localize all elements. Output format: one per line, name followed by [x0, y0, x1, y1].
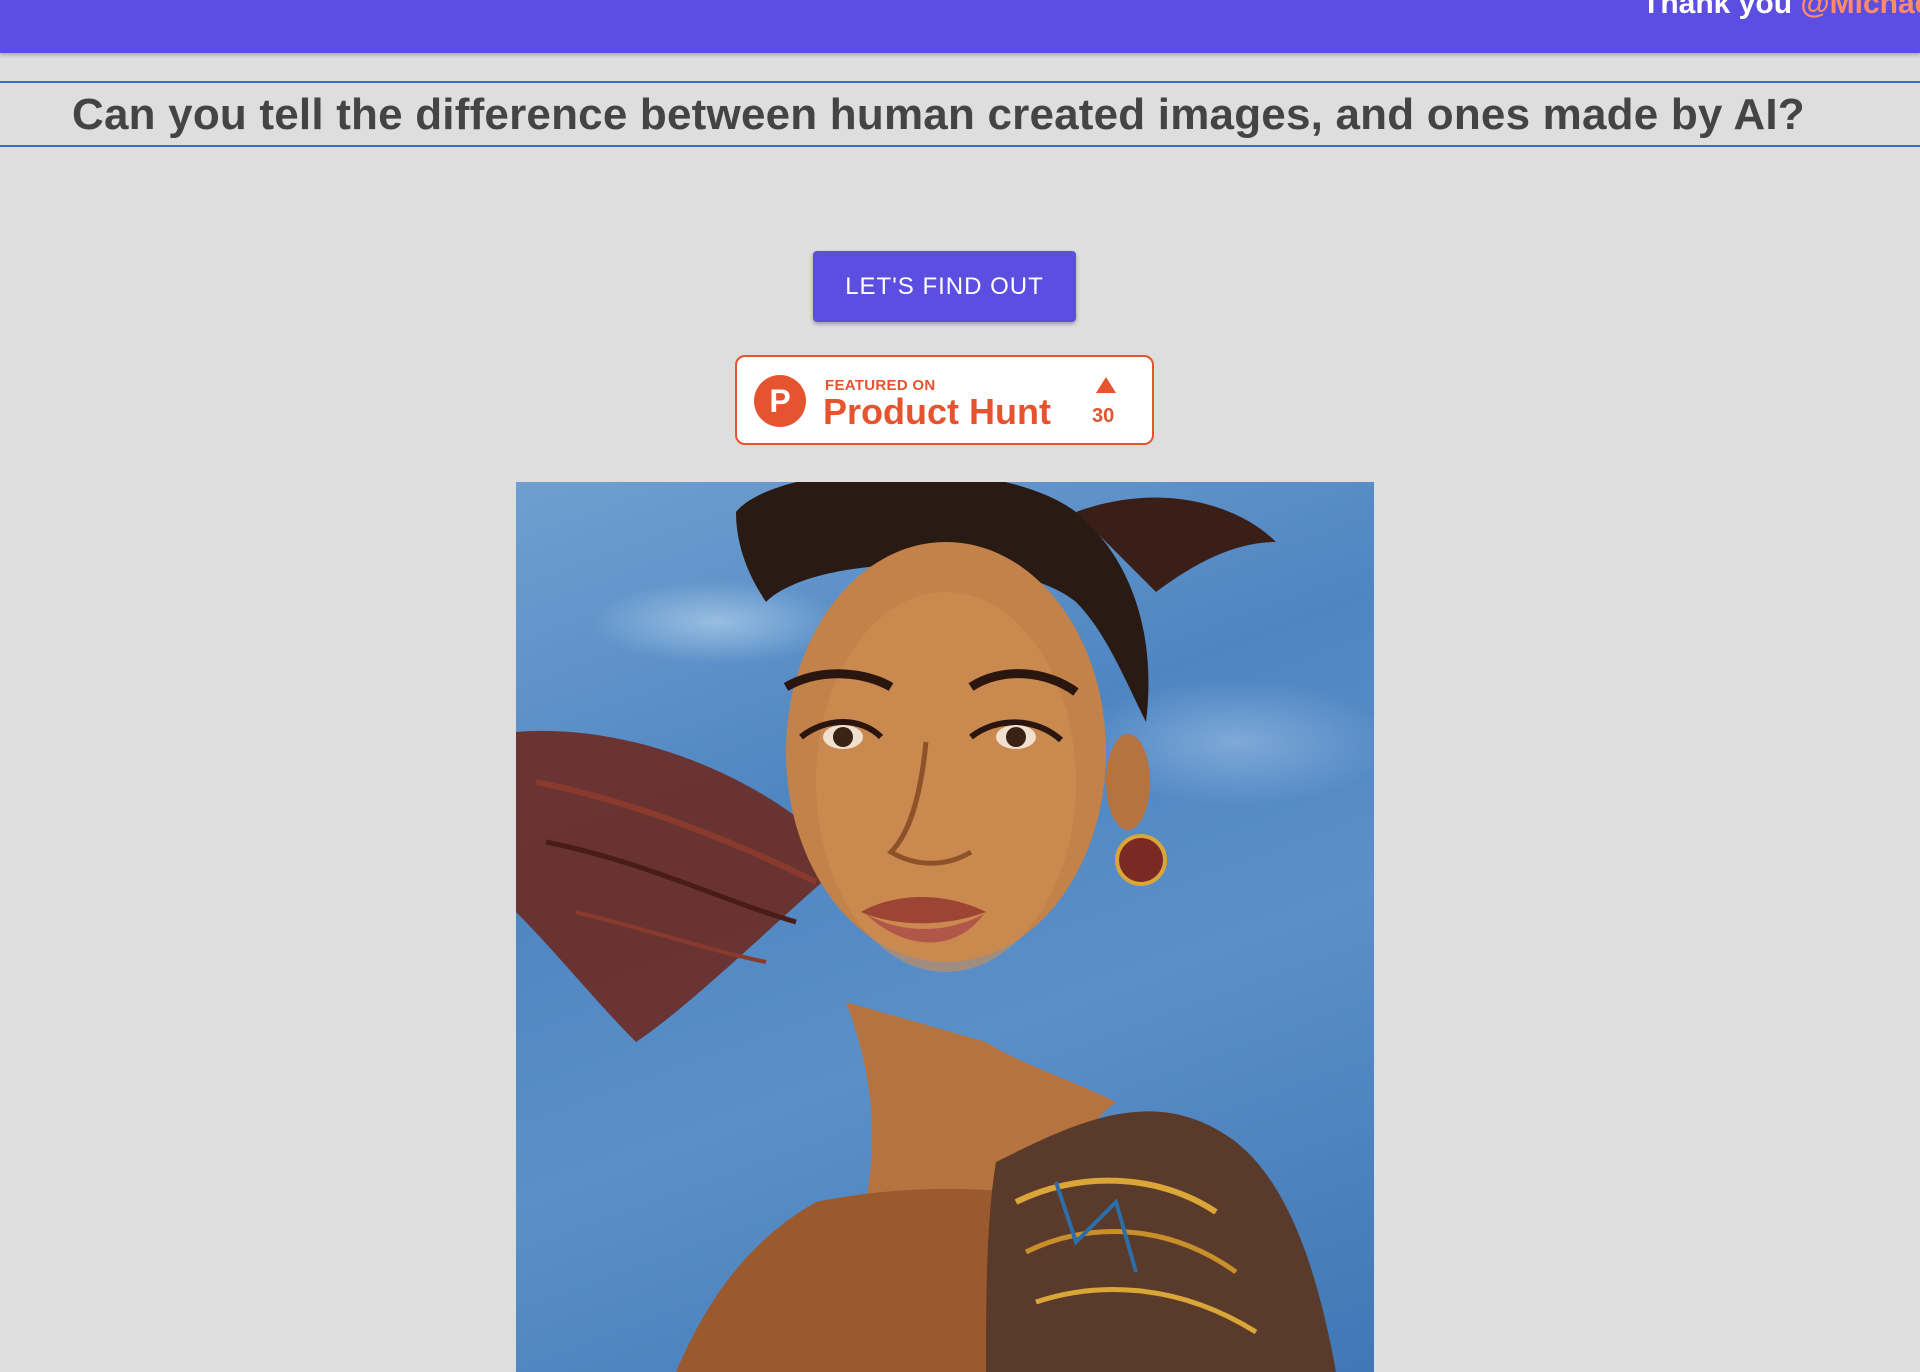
challenge-image	[516, 482, 1374, 1372]
product-hunt-logo-icon: P	[754, 375, 806, 427]
portrait-illustration	[516, 482, 1336, 1372]
product-hunt-badge[interactable]: P FEATURED ON Product Hunt 30	[735, 355, 1154, 445]
thanks-prefix: Thank you	[1642, 0, 1801, 20]
thanks-handle-link[interactable]: @Michael	[1800, 0, 1920, 20]
thanks-message: Thank you @Michael	[1642, 0, 1920, 21]
top-bar: Thank you @Michael	[0, 0, 1920, 53]
title-band: Can you tell the difference between huma…	[0, 81, 1920, 147]
upvote-count: 30	[1092, 405, 1115, 427]
product-hunt-name: Product Hunt	[823, 391, 1051, 432]
upvote-arrow-icon	[1096, 377, 1116, 393]
page-title: Can you tell the difference between huma…	[72, 90, 1805, 139]
lets-find-out-button[interactable]: LET'S FIND OUT	[813, 251, 1076, 322]
